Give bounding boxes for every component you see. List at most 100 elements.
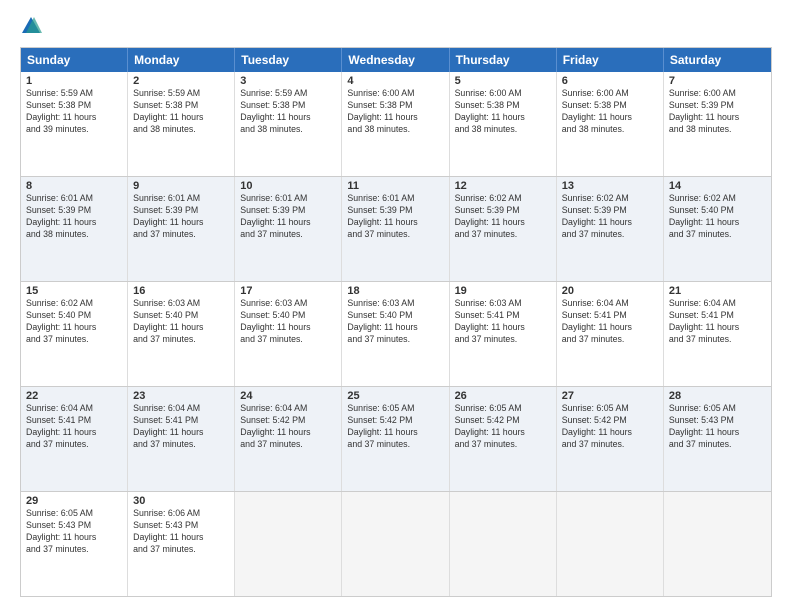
day-number: 16 (133, 285, 229, 297)
day-info: Sunrise: 6:01 AM Sunset: 5:39 PM Dayligh… (26, 193, 122, 241)
calendar-row: 29Sunrise: 6:05 AM Sunset: 5:43 PM Dayli… (21, 491, 771, 596)
day-info: Sunrise: 6:03 AM Sunset: 5:40 PM Dayligh… (133, 298, 229, 346)
calendar-header-cell: Saturday (664, 48, 771, 72)
calendar-header-cell: Friday (557, 48, 664, 72)
calendar-cell: 21Sunrise: 6:04 AM Sunset: 5:41 PM Dayli… (664, 282, 771, 386)
day-info: Sunrise: 6:00 AM Sunset: 5:38 PM Dayligh… (455, 88, 551, 136)
calendar-header-cell: Thursday (450, 48, 557, 72)
calendar-cell: 2Sunrise: 5:59 AM Sunset: 5:38 PM Daylig… (128, 72, 235, 176)
header (20, 15, 772, 37)
calendar-cell: 9Sunrise: 6:01 AM Sunset: 5:39 PM Daylig… (128, 177, 235, 281)
calendar-cell: 25Sunrise: 6:05 AM Sunset: 5:42 PM Dayli… (342, 387, 449, 491)
day-info: Sunrise: 6:04 AM Sunset: 5:41 PM Dayligh… (26, 403, 122, 451)
logo (20, 15, 46, 37)
day-info: Sunrise: 6:01 AM Sunset: 5:39 PM Dayligh… (240, 193, 336, 241)
calendar-cell: 7Sunrise: 6:00 AM Sunset: 5:39 PM Daylig… (664, 72, 771, 176)
calendar-cell (450, 492, 557, 596)
day-info: Sunrise: 6:06 AM Sunset: 5:43 PM Dayligh… (133, 508, 229, 556)
calendar-row: 8Sunrise: 6:01 AM Sunset: 5:39 PM Daylig… (21, 176, 771, 281)
day-info: Sunrise: 5:59 AM Sunset: 5:38 PM Dayligh… (133, 88, 229, 136)
logo-icon (20, 15, 42, 37)
day-number: 4 (347, 75, 443, 87)
day-number: 10 (240, 180, 336, 192)
day-number: 21 (669, 285, 766, 297)
day-info: Sunrise: 6:05 AM Sunset: 5:43 PM Dayligh… (26, 508, 122, 556)
day-info: Sunrise: 6:00 AM Sunset: 5:38 PM Dayligh… (562, 88, 658, 136)
calendar-cell: 14Sunrise: 6:02 AM Sunset: 5:40 PM Dayli… (664, 177, 771, 281)
day-info: Sunrise: 6:01 AM Sunset: 5:39 PM Dayligh… (133, 193, 229, 241)
calendar-body: 1Sunrise: 5:59 AM Sunset: 5:38 PM Daylig… (21, 72, 771, 596)
calendar-cell: 13Sunrise: 6:02 AM Sunset: 5:39 PM Dayli… (557, 177, 664, 281)
calendar-cell: 11Sunrise: 6:01 AM Sunset: 5:39 PM Dayli… (342, 177, 449, 281)
calendar-cell (664, 492, 771, 596)
day-number: 1 (26, 75, 122, 87)
day-info: Sunrise: 6:05 AM Sunset: 5:42 PM Dayligh… (455, 403, 551, 451)
calendar-cell: 23Sunrise: 6:04 AM Sunset: 5:41 PM Dayli… (128, 387, 235, 491)
calendar-cell: 15Sunrise: 6:02 AM Sunset: 5:40 PM Dayli… (21, 282, 128, 386)
calendar-cell: 22Sunrise: 6:04 AM Sunset: 5:41 PM Dayli… (21, 387, 128, 491)
calendar-row: 15Sunrise: 6:02 AM Sunset: 5:40 PM Dayli… (21, 281, 771, 386)
calendar-cell: 3Sunrise: 5:59 AM Sunset: 5:38 PM Daylig… (235, 72, 342, 176)
day-number: 26 (455, 390, 551, 402)
page: SundayMondayTuesdayWednesdayThursdayFrid… (0, 0, 792, 612)
day-number: 27 (562, 390, 658, 402)
day-info: Sunrise: 6:05 AM Sunset: 5:42 PM Dayligh… (562, 403, 658, 451)
day-info: Sunrise: 6:00 AM Sunset: 5:39 PM Dayligh… (669, 88, 766, 136)
day-info: Sunrise: 6:01 AM Sunset: 5:39 PM Dayligh… (347, 193, 443, 241)
day-number: 23 (133, 390, 229, 402)
calendar-cell: 12Sunrise: 6:02 AM Sunset: 5:39 PM Dayli… (450, 177, 557, 281)
day-number: 6 (562, 75, 658, 87)
calendar-header-cell: Sunday (21, 48, 128, 72)
calendar-cell: 1Sunrise: 5:59 AM Sunset: 5:38 PM Daylig… (21, 72, 128, 176)
day-number: 29 (26, 495, 122, 507)
calendar-cell: 6Sunrise: 6:00 AM Sunset: 5:38 PM Daylig… (557, 72, 664, 176)
calendar-row: 1Sunrise: 5:59 AM Sunset: 5:38 PM Daylig… (21, 72, 771, 176)
day-info: Sunrise: 6:02 AM Sunset: 5:39 PM Dayligh… (562, 193, 658, 241)
day-info: Sunrise: 6:04 AM Sunset: 5:41 PM Dayligh… (562, 298, 658, 346)
day-number: 3 (240, 75, 336, 87)
day-info: Sunrise: 6:04 AM Sunset: 5:42 PM Dayligh… (240, 403, 336, 451)
day-number: 2 (133, 75, 229, 87)
day-info: Sunrise: 6:03 AM Sunset: 5:40 PM Dayligh… (240, 298, 336, 346)
calendar: SundayMondayTuesdayWednesdayThursdayFrid… (20, 47, 772, 597)
day-number: 9 (133, 180, 229, 192)
day-info: Sunrise: 6:02 AM Sunset: 5:40 PM Dayligh… (669, 193, 766, 241)
day-info: Sunrise: 6:04 AM Sunset: 5:41 PM Dayligh… (669, 298, 766, 346)
calendar-cell: 17Sunrise: 6:03 AM Sunset: 5:40 PM Dayli… (235, 282, 342, 386)
calendar-header-cell: Tuesday (235, 48, 342, 72)
calendar-cell: 20Sunrise: 6:04 AM Sunset: 5:41 PM Dayli… (557, 282, 664, 386)
day-number: 5 (455, 75, 551, 87)
day-info: Sunrise: 6:02 AM Sunset: 5:39 PM Dayligh… (455, 193, 551, 241)
calendar-cell (235, 492, 342, 596)
day-info: Sunrise: 6:05 AM Sunset: 5:42 PM Dayligh… (347, 403, 443, 451)
day-number: 20 (562, 285, 658, 297)
calendar-cell: 26Sunrise: 6:05 AM Sunset: 5:42 PM Dayli… (450, 387, 557, 491)
day-number: 7 (669, 75, 766, 87)
day-number: 22 (26, 390, 122, 402)
day-info: Sunrise: 5:59 AM Sunset: 5:38 PM Dayligh… (26, 88, 122, 136)
day-info: Sunrise: 6:03 AM Sunset: 5:40 PM Dayligh… (347, 298, 443, 346)
day-number: 15 (26, 285, 122, 297)
day-number: 13 (562, 180, 658, 192)
calendar-cell: 30Sunrise: 6:06 AM Sunset: 5:43 PM Dayli… (128, 492, 235, 596)
day-number: 24 (240, 390, 336, 402)
calendar-header-cell: Wednesday (342, 48, 449, 72)
calendar-cell (557, 492, 664, 596)
calendar-header-cell: Monday (128, 48, 235, 72)
day-info: Sunrise: 5:59 AM Sunset: 5:38 PM Dayligh… (240, 88, 336, 136)
calendar-cell: 16Sunrise: 6:03 AM Sunset: 5:40 PM Dayli… (128, 282, 235, 386)
day-number: 14 (669, 180, 766, 192)
day-number: 28 (669, 390, 766, 402)
day-info: Sunrise: 6:00 AM Sunset: 5:38 PM Dayligh… (347, 88, 443, 136)
day-number: 11 (347, 180, 443, 192)
calendar-cell: 19Sunrise: 6:03 AM Sunset: 5:41 PM Dayli… (450, 282, 557, 386)
calendar-cell: 8Sunrise: 6:01 AM Sunset: 5:39 PM Daylig… (21, 177, 128, 281)
day-number: 19 (455, 285, 551, 297)
day-info: Sunrise: 6:02 AM Sunset: 5:40 PM Dayligh… (26, 298, 122, 346)
calendar-header: SundayMondayTuesdayWednesdayThursdayFrid… (21, 48, 771, 72)
day-number: 30 (133, 495, 229, 507)
day-number: 17 (240, 285, 336, 297)
day-info: Sunrise: 6:04 AM Sunset: 5:41 PM Dayligh… (133, 403, 229, 451)
calendar-cell: 18Sunrise: 6:03 AM Sunset: 5:40 PM Dayli… (342, 282, 449, 386)
day-number: 18 (347, 285, 443, 297)
